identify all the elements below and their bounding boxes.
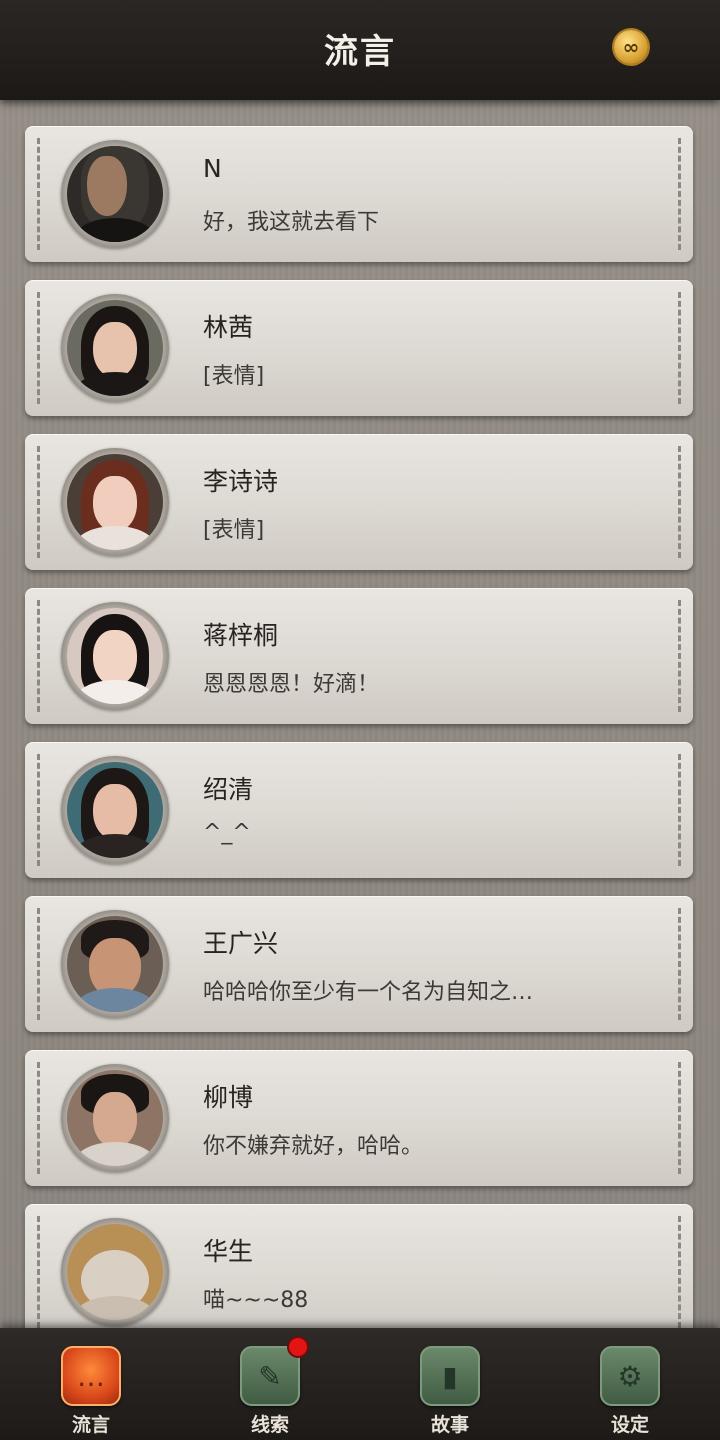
stitch-right [678, 1062, 681, 1174]
contact-card-huasheng[interactable]: 华生 喵~~~88 [25, 1204, 693, 1328]
contact-card-linqian[interactable]: 林茜 [表情] [25, 280, 693, 416]
avatar [61, 1218, 169, 1326]
stitch-right [678, 138, 681, 250]
stitch-left [37, 292, 40, 404]
contact-name: 华生 [203, 1237, 254, 1266]
bottom-tab-bar: … 流言 ✎ 线索 ▮ 故事 ⚙ 设定 [0, 1328, 720, 1440]
contact-list[interactable]: N 好，我这就去看下 林茜 [表情] 李诗诗 [表情] 蒋梓桐 恩恩恩恩！好滴！… [0, 100, 720, 1328]
top-bar: 流言 ∞ [0, 0, 720, 100]
stitch-right [678, 754, 681, 866]
stitch-right [678, 908, 681, 1020]
contact-card-shaoqing[interactable]: 绍清 ^_^ [25, 742, 693, 878]
contact-name: 柳博 [203, 1083, 254, 1112]
stitch-right [678, 600, 681, 712]
tab-rumors[interactable]: … 流言 [46, 1342, 136, 1438]
contact-name: 李诗诗 [203, 467, 279, 496]
contact-name: 王广兴 [203, 929, 279, 958]
avatar [61, 756, 169, 864]
contact-last-message: 喵~~~88 [203, 1288, 309, 1313]
avatar [61, 1064, 169, 1172]
tab-label: 线索 [250, 1414, 289, 1436]
avatar [61, 140, 169, 248]
avatar [61, 602, 169, 710]
contact-card-jiangzitong[interactable]: 蒋梓桐 恩恩恩恩！好滴！ [25, 588, 693, 724]
notes-icon: ✎ [240, 1346, 300, 1406]
tab-label: 故事 [430, 1414, 469, 1436]
contact-card-liubo[interactable]: 柳博 你不嫌弃就好，哈哈。 [25, 1050, 693, 1186]
contact-name: 蒋梓桐 [203, 621, 279, 650]
tab-story[interactable]: ▮ 故事 [405, 1342, 495, 1438]
contact-card-wangguangxing[interactable]: 王广兴 哈哈哈你至少有一个名为自知之… [25, 896, 693, 1032]
contact-last-message: [表情] [203, 364, 265, 389]
tab-clues[interactable]: ✎ 线索 [225, 1338, 315, 1438]
stitch-right [678, 292, 681, 404]
stitch-left [37, 1062, 40, 1174]
contact-last-message: 恩恩恩恩！好滴！ [203, 672, 380, 697]
tab-label: 设定 [610, 1414, 649, 1436]
contact-name: N [203, 154, 222, 183]
contact-last-message: 哈哈哈你至少有一个名为自知之… [203, 980, 534, 1005]
contact-card-n[interactable]: N 好，我这就去看下 [25, 126, 693, 262]
stitch-right [678, 1216, 681, 1328]
stitch-left [37, 600, 40, 712]
contact-last-message: 好，我这就去看下 [203, 210, 380, 235]
book-icon: ▮ [420, 1346, 480, 1406]
gear-icon: ⚙ [600, 1346, 660, 1406]
notification-badge [289, 1338, 307, 1356]
contact-last-message: 你不嫌弃就好，哈哈。 [203, 1134, 424, 1159]
stitch-left [37, 1216, 40, 1328]
tab-settings[interactable]: ⚙ 设定 [585, 1342, 675, 1438]
avatar [61, 448, 169, 556]
chat-bubble-icon: … [61, 1346, 121, 1406]
contact-name: 林茜 [203, 313, 254, 342]
contact-card-lishishi[interactable]: 李诗诗 [表情] [25, 434, 693, 570]
stitch-right [678, 446, 681, 558]
page-title: 流言 [324, 32, 396, 72]
contact-name: 绍清 [203, 775, 254, 804]
avatar [61, 294, 169, 402]
stitch-left [37, 138, 40, 250]
infinity-coin-icon[interactable]: ∞ [614, 30, 648, 64]
stitch-left [37, 908, 40, 1020]
stitch-left [37, 446, 40, 558]
contact-last-message: [表情] [203, 518, 265, 543]
tab-label: 流言 [71, 1414, 110, 1436]
contact-last-message: ^_^ [203, 820, 251, 845]
avatar [61, 910, 169, 1018]
stitch-left [37, 754, 40, 866]
